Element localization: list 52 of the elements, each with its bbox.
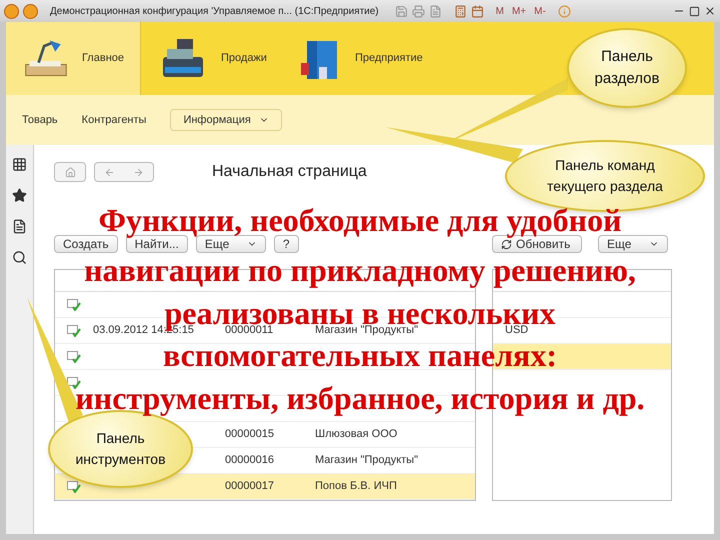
selected-row-highlight[interactable]: 00000017 Попов Б.В. ИЧП <box>55 474 475 500</box>
section-tab[interactable]: Продажи <box>141 22 283 95</box>
slide-caption-line: навигации по прикладному решению, <box>84 254 636 286</box>
forward-arrow-icon[interactable] <box>133 167 144 178</box>
info-icon[interactable] <box>558 4 571 18</box>
grid-icon[interactable] <box>12 157 27 172</box>
information-menu-button[interactable]: Информация <box>170 109 282 131</box>
search-icon[interactable] <box>12 250 27 265</box>
refresh-icon <box>501 238 512 250</box>
posted-document-icon <box>67 298 81 310</box>
callout-text: Панель команд текущего раздела <box>546 156 664 196</box>
command-link[interactable]: Товарь <box>22 112 58 128</box>
posted-document-icon <box>67 324 81 336</box>
table-cell: 00000016 <box>225 454 274 466</box>
close-icon[interactable] <box>704 5 716 17</box>
toolbar-button[interactable]: Создать <box>54 235 118 253</box>
memory-button[interactable]: M <box>496 4 504 18</box>
back-arrow-icon[interactable] <box>104 167 115 178</box>
calendar-icon[interactable] <box>470 4 484 18</box>
table-cell: Шлюзовая ООО <box>315 428 398 440</box>
slide-caption-line: инструменты, избранное, история и др. <box>75 382 645 414</box>
callout-text: Панель разделов <box>594 46 660 89</box>
toolbar-button[interactable]: ? <box>274 235 299 253</box>
table-cell: 00000015 <box>225 428 274 440</box>
posted-document-icon <box>67 480 81 492</box>
slide-caption-line: вспомогательных панелях: <box>163 339 557 371</box>
command-link[interactable]: Контрагенты <box>82 112 146 128</box>
memory-button[interactable]: M+ <box>512 4 526 18</box>
table-cell: Магазин "Продукты" <box>315 454 418 466</box>
section-tab[interactable]: Предприятие <box>282 22 439 95</box>
history-icon[interactable] <box>12 219 27 234</box>
home-button[interactable] <box>54 162 86 182</box>
document-icon[interactable] <box>428 4 442 18</box>
memory-button[interactable]: M- <box>534 4 546 18</box>
table-cell: USD <box>505 324 528 336</box>
posted-document-icon <box>67 376 81 388</box>
calculator-icon[interactable] <box>454 4 467 18</box>
favorites-star-icon[interactable] <box>12 188 27 203</box>
more-menu-button[interactable]: Еще <box>598 235 668 253</box>
table-cell: 00000017 <box>225 480 274 492</box>
print-icon[interactable] <box>412 4 425 18</box>
page-title: Начальная страница <box>212 162 367 182</box>
table-cell: Попов Б.В. ИЧП <box>315 480 397 492</box>
save-icon[interactable] <box>394 4 408 18</box>
posted-document-icon <box>67 350 81 362</box>
window-title: Демонстрационная конфигурация 'Управляемое п... (1С:Предприятие) <box>50 4 379 18</box>
home-icon <box>64 166 76 178</box>
slide-caption-line: Функции, необходимые для удобной <box>98 204 622 236</box>
app-logo-icon <box>4 4 19 18</box>
maximize-icon[interactable] <box>689 6 700 16</box>
callout-text: Панель инструментов <box>74 429 167 469</box>
section-tab[interactable]: Главное <box>6 22 141 95</box>
